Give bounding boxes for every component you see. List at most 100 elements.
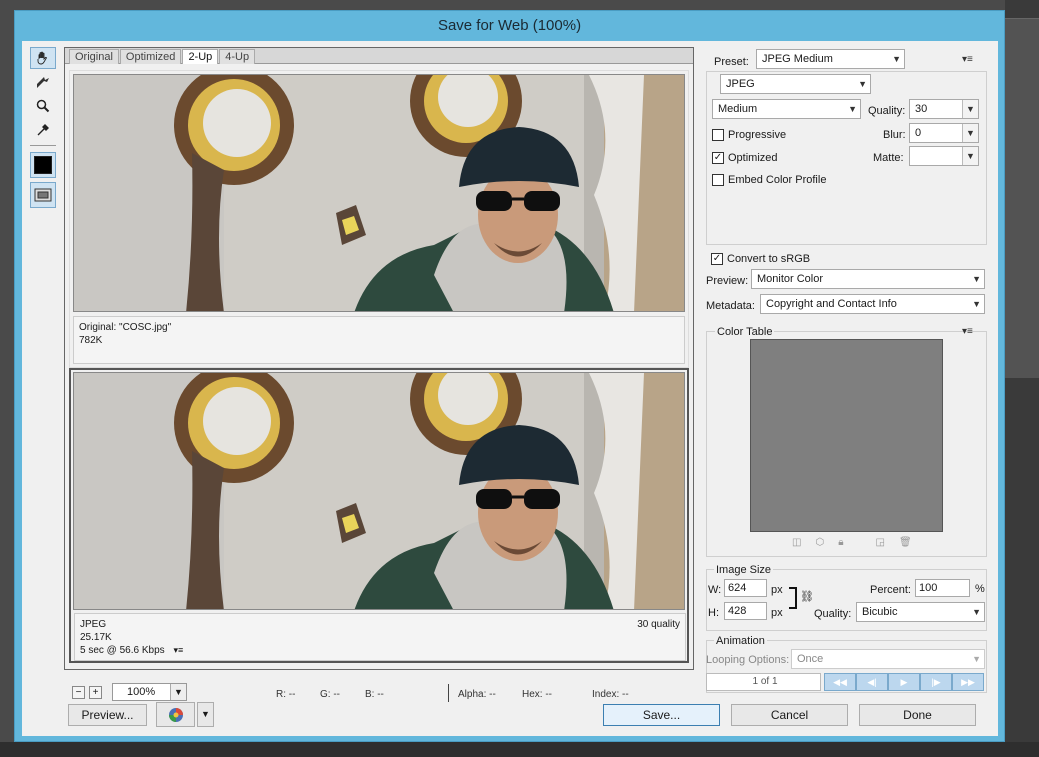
lock-icon[interactable]: 🔒︎ (838, 537, 843, 548)
progressive-checkbox-box[interactable] (712, 129, 724, 141)
new-color-icon[interactable]: ◲ (876, 537, 885, 548)
metadata-label: Metadata: (706, 300, 755, 312)
progressive-checkbox[interactable]: Progressive (712, 129, 786, 141)
previous-frame-icon: ◀| (867, 677, 877, 687)
quality-label: Quality: (868, 105, 906, 117)
color-table-title: Color Table (715, 326, 775, 338)
eyedropper-color-swatch[interactable] (30, 152, 56, 178)
zoom-tool[interactable] (30, 95, 56, 117)
convert-srgb-label: Convert to sRGB (727, 253, 811, 265)
embed-color-profile-checkbox[interactable]: Embed Color Profile (712, 174, 826, 186)
embed-color-profile-box[interactable] (712, 174, 724, 186)
file-format-select[interactable]: JPEG ▼ (720, 74, 871, 94)
photo-man-hat-sunglasses (74, 75, 684, 311)
preset-label: Preset: (714, 56, 749, 68)
chevron-down-icon: ▼ (972, 607, 981, 617)
zoom-in-button[interactable]: + (89, 685, 102, 699)
play-button[interactable]: ▶ (888, 673, 920, 691)
optimized-filesize: 25.17K (80, 632, 112, 643)
preview-mode-select[interactable]: Monitor Color ▼ (751, 269, 985, 289)
metadata-select[interactable]: Copyright and Contact Info ▼ (760, 294, 985, 314)
optimize-menu-icon[interactable]: ▾≡ (962, 54, 973, 65)
trash-icon[interactable]: 🗑︎ (899, 537, 912, 548)
first-frame-icon: ◀◀ (833, 677, 847, 687)
map-color-icon[interactable]: ◫ (792, 537, 801, 548)
chevron-down-icon: ▼ (858, 79, 867, 89)
browser-icon (168, 707, 183, 722)
hand-tool[interactable] (30, 47, 56, 69)
height-field[interactable]: 428 (724, 602, 767, 620)
optimized-quality-note: 30 quality (637, 619, 680, 630)
optimized-pane[interactable]: JPEG 25.17K 5 sec @ 56.6 Kbps ▾≡ 30 qual… (69, 368, 689, 663)
chevron-down-icon: ▼ (170, 684, 186, 700)
frame-counter: 1 of 1 (706, 673, 821, 691)
tab-optimized[interactable]: Optimized (119, 49, 182, 64)
magnifier-icon (36, 99, 50, 113)
constrain-bracket (789, 587, 797, 609)
preset-select[interactable]: JPEG Medium ▼ (756, 49, 905, 69)
looping-select[interactable]: Once ▼ (791, 649, 985, 669)
height-unit: px (771, 607, 783, 619)
preview-mode-value: Monitor Color (757, 273, 824, 285)
download-speed-menu-icon[interactable]: ▾≡ (173, 645, 183, 655)
optimized-checkbox-box[interactable]: ✓ (712, 152, 724, 164)
slice-select-tool[interactable] (30, 71, 56, 93)
web-snap-icon[interactable]: ⬡ (815, 537, 824, 548)
toggle-slices-visibility[interactable] (30, 182, 56, 208)
matte-select[interactable]: ▼ (909, 146, 979, 166)
resample-quality-value: Bicubic (862, 606, 898, 618)
percent-field[interactable]: 100 (915, 579, 970, 597)
original-info: Original: "COSC.jpg" 782K (73, 316, 685, 364)
eyedropper-icon (37, 124, 49, 136)
done-button[interactable]: Done (859, 704, 976, 726)
compression-quality-select[interactable]: Medium ▼ (712, 99, 861, 119)
tab-original[interactable]: Original (69, 49, 119, 64)
zoom-level-value: 100% (127, 686, 156, 698)
tab-4-up[interactable]: 4-Up (219, 49, 256, 64)
convert-srgb-box[interactable]: ✓ (711, 253, 723, 265)
readout-divider (448, 684, 449, 702)
chevron-down-icon: ▼ (962, 147, 978, 165)
resample-quality-label: Quality: (814, 608, 852, 620)
readout-index: Index: -- (592, 689, 629, 700)
convert-srgb-checkbox[interactable]: ✓ Convert to sRGB (711, 253, 810, 265)
cancel-button[interactable]: Cancel (731, 704, 848, 726)
optimized-checkbox[interactable]: ✓ Optimized (712, 152, 778, 164)
quality-field[interactable]: 30 ▼ (909, 99, 979, 119)
optimized-info: JPEG 25.17K 5 sec @ 56.6 Kbps ▾≡ 30 qual… (74, 613, 686, 661)
zoom-level-select[interactable]: 100% ▼ (112, 683, 187, 701)
resample-quality-select[interactable]: Bicubic ▼ (856, 602, 985, 622)
save-for-web-dialog: Save for Web (100%) Original Optimized 2… (14, 10, 1005, 742)
zoom-out-button[interactable]: − (72, 685, 85, 699)
link-icon[interactable]: ⛓︎ (800, 590, 814, 603)
dialog-client-area: Original Optimized 2-Up 4-Up Original: "… (22, 41, 998, 736)
original-image[interactable] (73, 74, 685, 312)
animation-controls: ◀◀ ◀| ▶ |▶ ▶▶ (824, 673, 984, 691)
first-frame-button[interactable]: ◀◀ (824, 673, 856, 691)
quality-value: 30 (915, 103, 928, 115)
blur-field[interactable]: 0 ▼ (909, 123, 979, 143)
next-frame-button[interactable]: |▶ (920, 673, 952, 691)
color-table-grid[interactable] (750, 339, 943, 532)
browser-menu-dropdown[interactable]: ▼ (197, 702, 214, 727)
background-panel (1005, 18, 1039, 378)
browser-preview-button[interactable] (156, 702, 195, 727)
chevron-down-icon: ▼ (972, 299, 981, 309)
tab-2-up[interactable]: 2-Up (182, 49, 219, 64)
save-button[interactable]: Save... (603, 704, 720, 726)
optimized-image[interactable] (73, 372, 685, 610)
animation-title: Animation (714, 635, 767, 647)
last-frame-button[interactable]: ▶▶ (952, 673, 984, 691)
preview-button[interactable]: Preview... (68, 704, 147, 726)
chevron-down-icon: ▼ (201, 709, 210, 719)
preset-value: JPEG Medium (762, 53, 833, 65)
color-table-menu-icon[interactable]: ▾≡ (962, 326, 973, 337)
previous-frame-button[interactable]: ◀| (856, 673, 888, 691)
width-field[interactable]: 624 (724, 579, 767, 597)
preview-area: Original Optimized 2-Up 4-Up Original: "… (64, 47, 694, 670)
eyedropper-tool[interactable] (30, 119, 56, 141)
embed-color-profile-label: Embed Color Profile (728, 174, 827, 186)
original-pane[interactable]: Original: "COSC.jpg" 782K (69, 70, 689, 368)
slice-select-icon (37, 77, 49, 88)
slices-visibility-icon (34, 188, 52, 202)
